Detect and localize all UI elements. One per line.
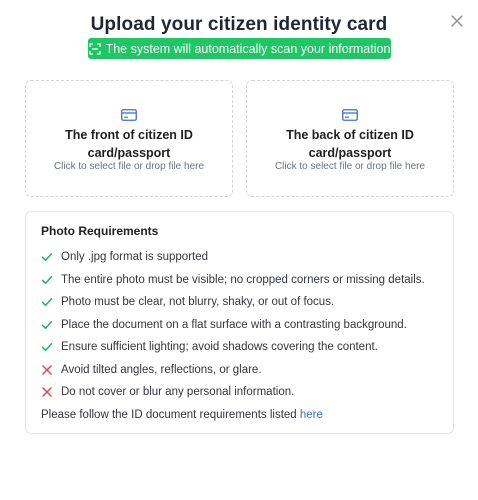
- requirement-text: Do not cover or blur any personal inform…: [61, 386, 295, 399]
- requirement-item: Place the document on a flat surface wit…: [41, 314, 443, 337]
- requirement-item: Do not cover or blur any personal inform…: [41, 381, 443, 404]
- requirement-text: The entire photo must be visible; no cro…: [61, 273, 425, 286]
- auto-scan-text: The system will automatically scan your …: [105, 41, 391, 56]
- requirements-link[interactable]: here: [300, 409, 323, 421]
- check-icon: [41, 296, 53, 308]
- upload-id-modal: Upload your citizen identity card The sy…: [0, 0, 478, 500]
- requirement-text: Place the document on a flat surface wit…: [61, 318, 407, 331]
- check-icon: [41, 341, 53, 353]
- requirement-text: Photo must be clear, not blurry, shaky, …: [61, 296, 335, 309]
- upload-front-hint: Click to select file or drop file here: [53, 161, 205, 172]
- check-icon: [41, 251, 53, 263]
- card-icon: [121, 109, 137, 121]
- requirement-item: Ensure sufficient lighting; avoid shadow…: [41, 336, 443, 359]
- check-icon: [41, 319, 53, 331]
- upload-back-hint: Click to select file or drop file here: [274, 161, 426, 172]
- auto-scan-badge: The system will automatically scan your …: [88, 38, 391, 59]
- photo-requirements-panel: Photo Requirements Only .jpg format is s…: [25, 211, 454, 434]
- requirement-item: Photo must be clear, not blurry, shaky, …: [41, 291, 443, 314]
- requirements-note: Please follow the ID document requiremen…: [41, 409, 323, 421]
- requirements-list: Only .jpg format is supported The entire…: [41, 246, 443, 404]
- scan-icon: [88, 42, 101, 55]
- cross-icon: [41, 386, 53, 398]
- requirement-item: Only .jpg format is supported: [41, 246, 443, 269]
- requirement-item: Avoid tilted angles, reflections, or gla…: [41, 359, 443, 382]
- requirement-text: Ensure sufficient lighting; avoid shadow…: [61, 341, 378, 354]
- upload-front-dropzone[interactable]: The front of citizen ID card/passport Cl…: [25, 80, 233, 197]
- requirements-note-text: Please follow the ID document requiremen…: [41, 409, 300, 421]
- requirements-title: Photo Requirements: [41, 224, 159, 238]
- cross-icon: [41, 364, 53, 376]
- card-icon: [342, 109, 358, 121]
- requirement-text: Only .jpg format is supported: [61, 251, 209, 264]
- requirement-item: The entire photo must be visible; no cro…: [41, 269, 443, 292]
- upload-front-label: The front of citizen ID card/passport: [65, 128, 193, 160]
- requirement-text: Avoid tilted angles, reflections, or gla…: [61, 363, 262, 376]
- modal-title: Upload your citizen identity card: [90, 14, 388, 35]
- upload-back-label: The back of citizen ID card/passport: [286, 128, 414, 160]
- check-icon: [41, 274, 53, 286]
- upload-back-dropzone[interactable]: The back of citizen ID card/passport Cli…: [246, 80, 454, 197]
